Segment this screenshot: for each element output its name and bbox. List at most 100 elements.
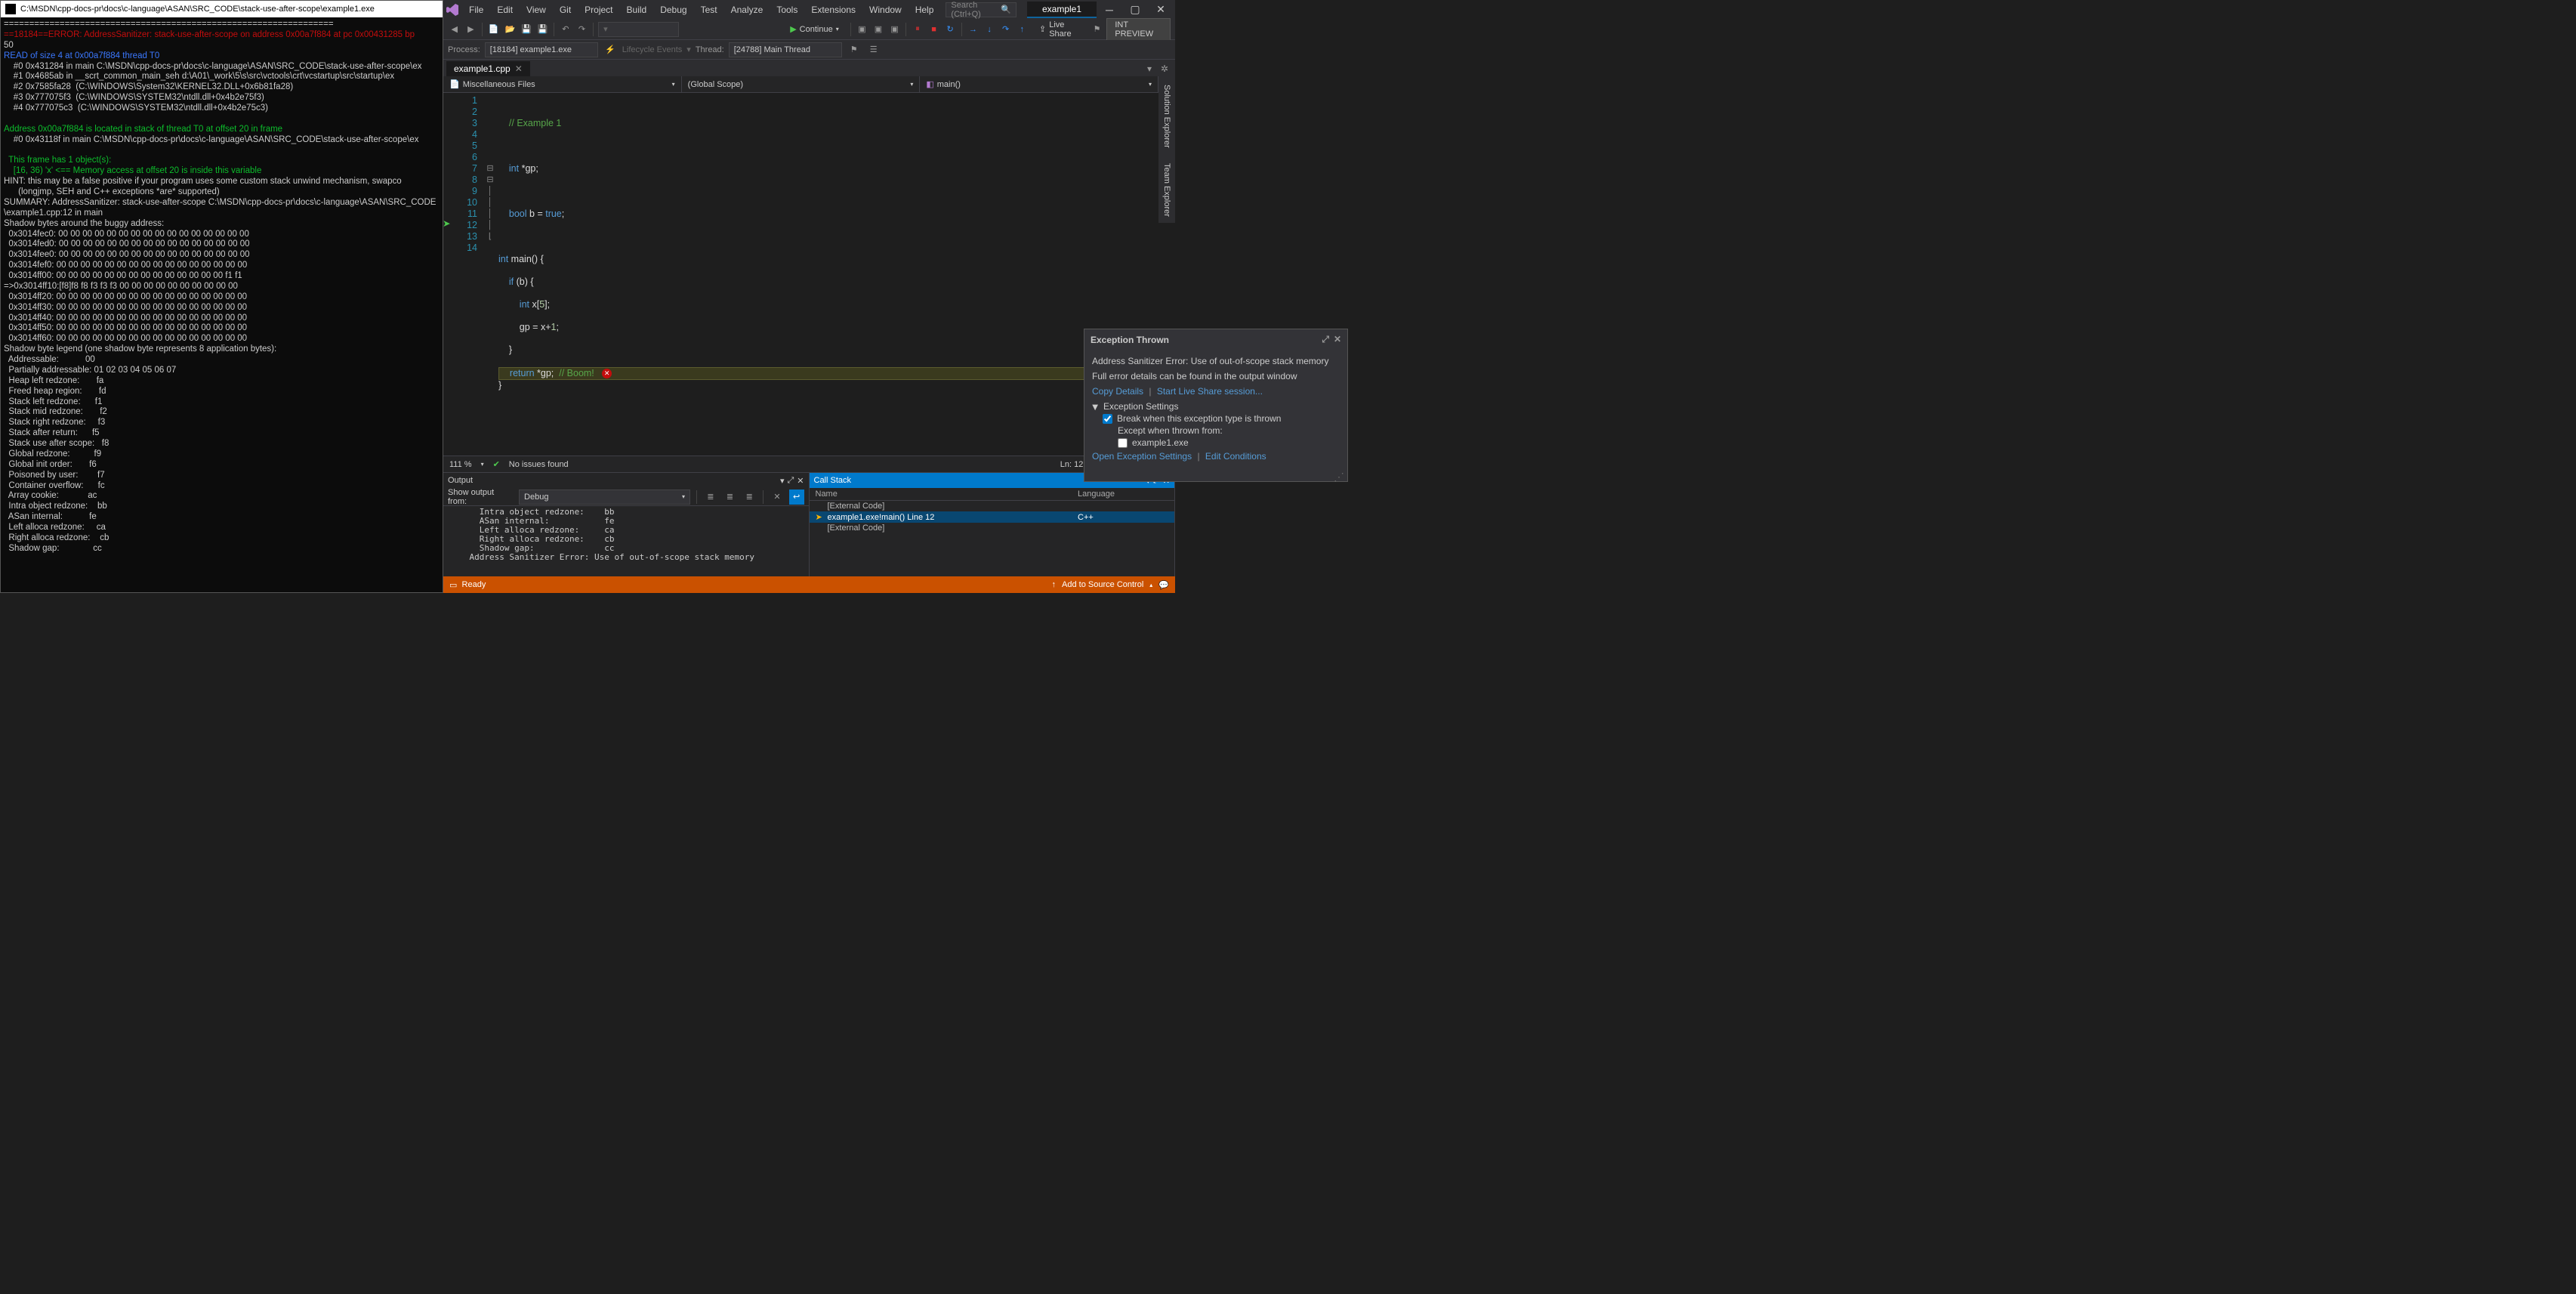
step-into-icon[interactable]: ↓ bbox=[983, 22, 996, 37]
fold-column[interactable]: ⊟⊟││││⌊ bbox=[485, 93, 495, 456]
menu-analyze[interactable]: Analyze bbox=[725, 5, 770, 15]
pause-icon[interactable]: ⏸ bbox=[911, 22, 924, 37]
open-exception-settings-link[interactable]: Open Exception Settings bbox=[1092, 451, 1192, 462]
panel-close-icon[interactable]: ✕ bbox=[797, 476, 804, 486]
add-source-control[interactable]: Add to Source Control bbox=[1062, 580, 1143, 589]
issues-text[interactable]: No issues found bbox=[509, 460, 569, 469]
menu-view[interactable]: View bbox=[520, 5, 552, 15]
continue-button[interactable]: ▶ Continue ▾ bbox=[783, 22, 846, 36]
func-icon: ◧ bbox=[926, 79, 933, 89]
expand-icon[interactable]: ▶ bbox=[1091, 405, 1099, 411]
flag-icon[interactable]: ⚑ bbox=[847, 42, 862, 57]
line-indicator[interactable]: Ln: 12 bbox=[1060, 460, 1084, 469]
break-checkbox[interactable] bbox=[1103, 414, 1112, 424]
editor-tab-example1[interactable]: example1.cpp ✕ bbox=[446, 61, 530, 76]
zoom-level[interactable]: 111 % bbox=[449, 460, 472, 469]
open-icon[interactable]: 📂 bbox=[504, 22, 517, 37]
out-wrap-icon[interactable]: ↩ bbox=[789, 489, 804, 505]
nav-fwd-icon[interactable]: ▶ bbox=[464, 22, 478, 37]
console-output[interactable]: ========================================… bbox=[1, 17, 443, 592]
menu-extensions[interactable]: Extensions bbox=[805, 5, 862, 15]
output-panel-header[interactable]: Output ▾⤢✕ bbox=[443, 473, 809, 488]
edit-conditions-link[interactable]: Edit Conditions bbox=[1205, 451, 1266, 462]
nav-func-combo[interactable]: ◧ main() ▾ bbox=[920, 76, 1158, 92]
menubar: File Edit View Git Project Build Debug T… bbox=[443, 0, 1175, 19]
play-icon: ▶ bbox=[790, 24, 796, 34]
menu-edit[interactable]: Edit bbox=[491, 5, 519, 15]
int-preview-badge: INT PREVIEW bbox=[1106, 18, 1171, 41]
menu-help[interactable]: Help bbox=[909, 5, 940, 15]
menu-tools[interactable]: Tools bbox=[770, 5, 804, 15]
error-icon[interactable]: ✕ bbox=[602, 369, 612, 378]
debug-tb-icon2[interactable]: ▣ bbox=[872, 22, 885, 37]
code-content[interactable]: ➤ // Example 1 int *gp; bool b = true; i… bbox=[495, 93, 1175, 456]
module-checkbox[interactable] bbox=[1118, 438, 1128, 448]
redo-icon[interactable]: ↷ bbox=[575, 22, 589, 37]
menu-git[interactable]: Git bbox=[554, 5, 577, 15]
panel-pin-icon[interactable]: ⤢ bbox=[787, 476, 794, 486]
code-editor[interactable]: 1234567891011121314 ⊟⊟││││⌊ ➤ // Example… bbox=[443, 93, 1175, 456]
debug-tb-icon[interactable]: ▣ bbox=[856, 22, 869, 37]
copy-details-link[interactable]: Copy Details bbox=[1092, 386, 1143, 397]
config-combo[interactable]: ▾ bbox=[598, 22, 679, 37]
menu-build[interactable]: Build bbox=[621, 5, 653, 15]
nav-back-icon[interactable]: ◀ bbox=[448, 22, 461, 37]
exception-title: Exception Thrown bbox=[1091, 335, 1169, 345]
menu-file[interactable]: File bbox=[463, 5, 489, 15]
callstack-row-current[interactable]: ➤example1.exe!main() Line 12C++ bbox=[810, 511, 1175, 523]
save-all-icon[interactable]: 💾 bbox=[536, 22, 550, 37]
menu-window[interactable]: Window bbox=[863, 5, 908, 15]
tab-menu-icon[interactable]: ▾ bbox=[1142, 61, 1157, 76]
tab-settings-icon[interactable]: ✲ bbox=[1157, 61, 1172, 76]
start-live-share-link[interactable]: Start Live Share session... bbox=[1157, 386, 1263, 397]
close-button[interactable]: ✕ bbox=[1149, 2, 1172, 18]
search-input[interactable]: Search (Ctrl+Q) 🔍 bbox=[946, 2, 1017, 17]
nav-global-combo[interactable]: (Global Scope) ▾ bbox=[682, 76, 921, 92]
solution-tab[interactable]: example1 bbox=[1027, 2, 1097, 18]
live-share-button[interactable]: ⇪ Live Share bbox=[1035, 19, 1087, 40]
menu-debug[interactable]: Debug bbox=[654, 5, 693, 15]
stack-frame-icon[interactable]: ☰ bbox=[866, 42, 881, 57]
out-clear-icon[interactable]: ✕ bbox=[770, 489, 785, 505]
save-icon[interactable]: 💾 bbox=[520, 22, 533, 37]
thread-combo[interactable]: [24788] Main Thread bbox=[729, 42, 842, 57]
nav-scope-combo[interactable]: 📄 Miscellaneous Files ▾ bbox=[443, 76, 682, 92]
new-item-icon[interactable]: 📄 bbox=[487, 22, 501, 37]
pin-icon[interactable]: ⤢ bbox=[1322, 334, 1329, 345]
out-tb-icon3[interactable]: ≣ bbox=[742, 489, 757, 505]
notification-icon[interactable]: 💬 bbox=[1158, 580, 1169, 590]
restart-icon[interactable]: ↻ bbox=[943, 22, 957, 37]
output-body[interactable]: Intra object redzone: bb ASan internal: … bbox=[443, 506, 809, 576]
close-tab-icon[interactable]: ✕ bbox=[515, 63, 523, 74]
exception-settings-header[interactable]: Exception Settings bbox=[1103, 401, 1178, 412]
close-popup-icon[interactable]: ✕ bbox=[1334, 334, 1341, 345]
minimize-button[interactable]: ─ bbox=[1098, 2, 1121, 18]
line-gutter: 1234567891011121314 bbox=[443, 93, 485, 456]
notify-icon[interactable]: ⚑ bbox=[1091, 22, 1104, 37]
rail-team-explorer[interactable]: Team Explorer bbox=[1160, 157, 1174, 223]
console-window: C:\MSDN\cpp-docs-pr\docs\c-language\ASAN… bbox=[0, 0, 443, 593]
panel-menu-icon[interactable]: ▾ bbox=[780, 476, 785, 486]
out-tb-icon2[interactable]: ≣ bbox=[723, 489, 738, 505]
exception-message: Address Sanitizer Error: Use of out-of-s… bbox=[1092, 356, 1340, 366]
show-next-icon[interactable]: → bbox=[967, 22, 980, 37]
output-source-combo[interactable]: Debug▾ bbox=[519, 489, 690, 505]
resize-grip-icon[interactable]: ⋰ bbox=[1084, 474, 1347, 481]
toolbar-debug: Process: [18184] example1.exe ⚡ Lifecycl… bbox=[443, 40, 1175, 60]
console-icon bbox=[5, 4, 16, 14]
rail-solution-explorer[interactable]: Solution Explorer bbox=[1160, 79, 1174, 154]
out-tb-icon[interactable]: ≣ bbox=[703, 489, 718, 505]
step-out-icon[interactable]: ↑ bbox=[1015, 22, 1029, 37]
menu-test[interactable]: Test bbox=[695, 5, 723, 15]
debug-tb-icon3[interactable]: ▣ bbox=[888, 22, 902, 37]
menu-project[interactable]: Project bbox=[578, 5, 619, 15]
callstack-row[interactable]: [External Code] bbox=[810, 501, 1175, 511]
console-titlebar[interactable]: C:\MSDN\cpp-docs-pr\docs\c-language\ASAN… bbox=[1, 1, 443, 17]
process-combo[interactable]: [18184] example1.exe bbox=[485, 42, 598, 57]
step-over-icon[interactable]: ↷ bbox=[999, 22, 1013, 37]
stop-icon[interactable]: ■ bbox=[927, 22, 941, 37]
maximize-button[interactable]: ▢ bbox=[1124, 2, 1146, 18]
lifecycle-icon[interactable]: ⚡ bbox=[603, 42, 618, 57]
callstack-row[interactable]: [External Code] bbox=[810, 523, 1175, 533]
undo-icon[interactable]: ↶ bbox=[559, 22, 572, 37]
